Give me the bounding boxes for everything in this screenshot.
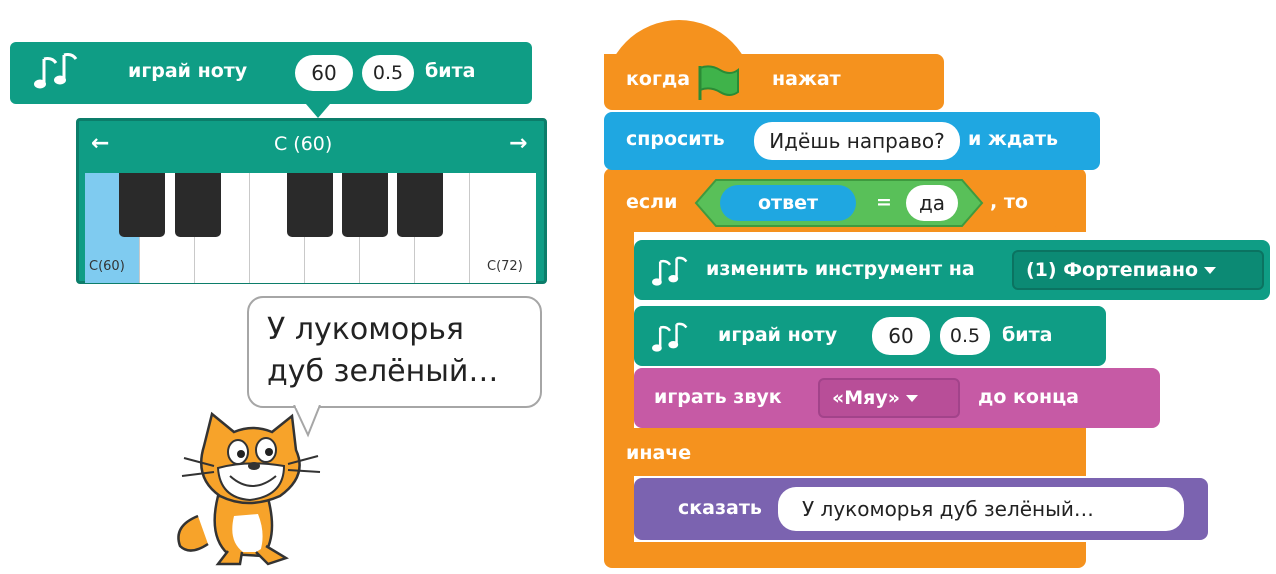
sound-value: «Мяу» — [832, 387, 901, 409]
beats-label: бита — [425, 60, 476, 82]
clicked-label: нажат — [772, 68, 841, 90]
piano-black-key[interactable] — [287, 173, 333, 237]
arrow-left-icon[interactable]: ← — [91, 131, 109, 156]
cat-sprite — [177, 411, 321, 566]
beats-input[interactable]: 0.5 — [362, 55, 414, 91]
play-note-label: играй ноту — [128, 60, 248, 82]
play-sound-label: играть звук — [654, 386, 782, 408]
set-instrument-block[interactable]: изменить инструмент на (1) Фортепиано — [634, 240, 1270, 300]
play-note-block-standalone[interactable]: играй ноту 60 0.5 бита — [10, 42, 532, 104]
music-note-icon — [652, 256, 688, 286]
speech-bubble: У лукоморья дуб зелёный… — [247, 296, 542, 408]
answer-reporter[interactable]: ответ — [720, 185, 856, 221]
piano-pointer — [306, 104, 330, 118]
dropdown-arrow-icon — [906, 394, 919, 402]
ask-label: спросить — [626, 128, 725, 150]
say-text-input[interactable]: У лукоморья дуб зелёный… — [778, 487, 1184, 531]
equals-sign: = — [876, 191, 892, 213]
if-label: если — [626, 191, 678, 213]
else-label: иначе — [626, 442, 692, 464]
beats-input[interactable]: 0.5 — [940, 317, 990, 355]
piano-black-key[interactable] — [175, 173, 221, 237]
current-note-label: C (60) — [274, 133, 333, 155]
then-label: , то — [990, 191, 1028, 213]
set-instrument-label: изменить инструмент на — [706, 258, 975, 280]
when-flag-clicked-block[interactable]: когда нажат — [604, 54, 944, 110]
high-key-label: C(72) — [487, 259, 523, 274]
speech-line-2: дуб зелёный… — [267, 354, 499, 389]
ask-and-wait-block[interactable]: спросить Идёшь направо? и ждать — [604, 112, 1100, 170]
when-label: когда — [626, 68, 691, 90]
music-note-icon — [34, 53, 78, 89]
say-label: сказать — [678, 497, 762, 519]
instrument-value: (1) Фортепиано — [1026, 259, 1199, 281]
ask-question-input[interactable]: Идёшь направо? — [754, 122, 960, 160]
note-input[interactable]: 60 — [872, 317, 930, 355]
note-input[interactable]: 60 — [295, 55, 353, 91]
play-note-label: играй ноту — [718, 324, 838, 346]
piano-keyboard[interactable]: ← C (60) → C(60) C(72) — [76, 118, 547, 284]
piano-black-key[interactable] — [342, 173, 388, 237]
dropdown-arrow-icon — [1204, 266, 1217, 274]
and-wait-label: и ждать — [968, 128, 1059, 150]
until-done-label: до конца — [978, 386, 1079, 408]
green-flag-icon — [698, 65, 739, 100]
sound-dropdown[interactable]: «Мяу» — [818, 378, 960, 418]
low-key-label: C(60) — [89, 259, 125, 274]
arrow-right-icon[interactable]: → — [509, 131, 527, 156]
music-note-icon — [652, 322, 688, 352]
speech-line-1: У лукоморья — [267, 312, 464, 347]
instrument-dropdown[interactable]: (1) Фортепиано — [1012, 250, 1264, 290]
beats-label: бита — [1002, 324, 1053, 346]
piano-black-key[interactable] — [119, 173, 165, 237]
piano-black-key[interactable] — [397, 173, 443, 237]
play-sound-until-done-block[interactable]: играть звук «Мяу» до конца — [634, 368, 1160, 428]
say-block[interactable]: сказать У лукоморья дуб зелёный… — [634, 478, 1208, 540]
equals-value-input[interactable]: да — [906, 185, 958, 221]
play-note-block[interactable]: играй ноту 60 0.5 бита — [634, 306, 1106, 366]
